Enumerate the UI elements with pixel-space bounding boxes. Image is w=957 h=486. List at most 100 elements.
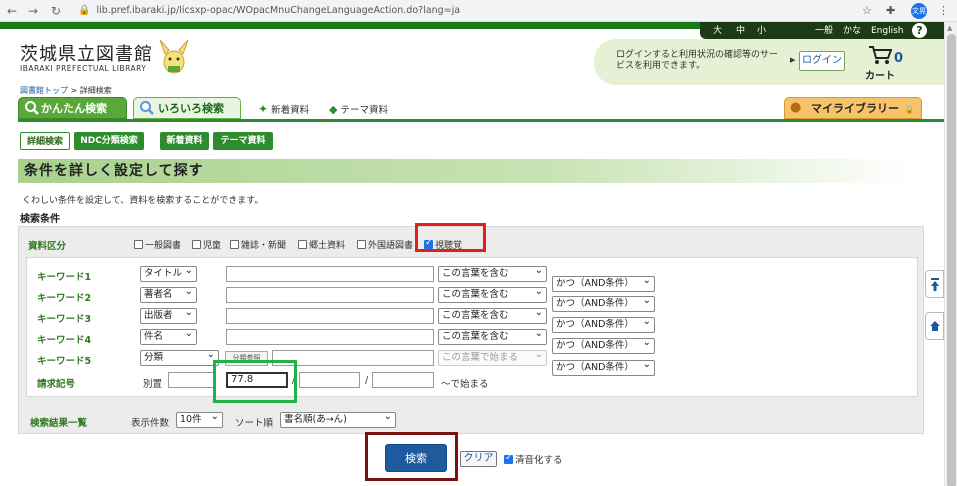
ndc-search-button[interactable]: NDC分類検索 xyxy=(74,132,144,150)
keyword-2-match-select[interactable]: この言葉を含む xyxy=(438,287,547,303)
keyword-4-field-select[interactable]: 件名 xyxy=(140,329,197,345)
operator-4-select[interactable]: かつ（AND条件） xyxy=(552,338,655,354)
material-checkbox-local[interactable]: 郷土資料 xyxy=(298,238,345,251)
login-button[interactable]: ログイン xyxy=(799,51,845,71)
extensions-icon[interactable]: ✚ xyxy=(886,3,895,19)
operator-5-select[interactable]: かつ（AND条件） xyxy=(552,360,655,376)
keyword-5-field-select[interactable]: 分類 xyxy=(140,350,219,366)
theme-items-button[interactable]: テーマ資料 xyxy=(213,132,273,150)
call-number-suffix: 〜で始まる xyxy=(441,379,489,390)
lang-english[interactable]: English xyxy=(871,25,904,37)
keyword-4-label: キーワード4 xyxy=(37,335,92,346)
sort-order-select[interactable]: 書名順(あ→ん) xyxy=(280,412,396,428)
keyword-3-label: キーワード3 xyxy=(37,314,92,325)
vertical-scrollbar[interactable]: ▲ xyxy=(944,22,957,486)
material-label-foreign: 外国語図書 xyxy=(368,241,414,251)
font-size-medium[interactable]: 中 xyxy=(736,25,745,37)
call-number-prefix-input[interactable] xyxy=(168,372,216,388)
lang-general[interactable]: 一般 xyxy=(815,25,833,37)
keyword-5-label: キーワード5 xyxy=(37,356,92,367)
keyword-3-field-select[interactable]: 出版者 xyxy=(140,308,197,324)
library-logo-title[interactable]: 茨城県立図書館 xyxy=(20,40,153,66)
per-page-select[interactable]: 10件 xyxy=(176,412,223,428)
per-page-label: 表示件数 xyxy=(131,418,170,429)
profile-avatar[interactable]: 文晃 xyxy=(911,3,927,19)
checkbox[interactable] xyxy=(298,240,307,249)
help-icon[interactable]: ? xyxy=(912,23,927,38)
forward-arrow-icon[interactable]: → xyxy=(25,3,41,19)
scroll-to-top-button[interactable] xyxy=(925,270,944,298)
keyword-4-input[interactable] xyxy=(226,329,434,345)
material-checkbox-magazine[interactable]: 雑誌・新聞 xyxy=(230,238,286,251)
keyword-2-field-select[interactable]: 著者名 xyxy=(140,287,197,303)
main-tabs: かんたん検索 いろいろ検索 ✦ 新着資料 ◆ テーマ資料 ● マイライブラリー … xyxy=(18,97,944,122)
checkbox[interactable] xyxy=(357,240,366,249)
tab-simple-search[interactable]: かんたん検索 xyxy=(18,97,127,119)
tab-theme[interactable]: ◆ テーマ資料 xyxy=(329,102,388,116)
lock-icon: 🔒 xyxy=(78,5,91,16)
star-icon[interactable]: ☆ xyxy=(862,3,872,19)
page-description: くわしい条件を設定して、資料を検索することができます。 xyxy=(22,196,264,206)
tab-advanced-search[interactable]: いろいろ検索 xyxy=(133,97,241,119)
search-conditions-heading: 検索条件 xyxy=(20,214,60,225)
checkbox-checked[interactable] xyxy=(504,453,513,464)
operator-2-select[interactable]: かつ（AND条件） xyxy=(552,296,655,312)
material-label-magazine: 雑誌・新聞 xyxy=(241,241,287,251)
call-number-prefix-label: 別置 xyxy=(143,379,163,390)
scroll-up-arrow-icon[interactable]: ▲ xyxy=(947,24,952,32)
cart-icon[interactable] xyxy=(868,45,892,65)
highlight-search-button-box xyxy=(365,432,458,481)
url-text: lib.pref.ibaraki.jp/licsxp-opac/WOpacMnu… xyxy=(96,5,461,16)
tab-my-library[interactable]: ● マイライブラリー 🔒 xyxy=(784,97,922,119)
reload-icon[interactable]: ↻ xyxy=(48,3,64,19)
font-size-large[interactable]: 大 xyxy=(713,25,722,37)
keyword-3-match-select[interactable]: この言葉を含む xyxy=(438,308,547,324)
lock-icon: 🔒 xyxy=(904,105,915,114)
search-icon xyxy=(25,101,39,115)
keyword-1-match-select[interactable]: この言葉を含む xyxy=(438,266,547,282)
home-button[interactable] xyxy=(925,312,944,340)
breadcrumb: 図書館トップ > 詳細検索 xyxy=(20,85,112,96)
font-size-small[interactable]: 小 xyxy=(757,25,766,37)
operator-1-select[interactable]: かつ（AND条件） xyxy=(552,276,655,292)
clear-button[interactable]: クリア xyxy=(460,451,497,467)
keyword-1-input[interactable] xyxy=(226,266,434,282)
keyword-5-match-select[interactable]: この言葉で始まる xyxy=(438,350,547,366)
address-bar[interactable]: 🔒 lib.pref.ibaraki.jp/licsxp-opac/WOpacMn… xyxy=(78,2,858,20)
checkbox[interactable] xyxy=(134,240,143,249)
checkbox[interactable] xyxy=(230,240,239,249)
keyword-2-input[interactable] xyxy=(226,287,434,303)
seion-checkbox[interactable]: 清音化する xyxy=(504,452,563,466)
material-type-label: 資料区分 xyxy=(28,241,67,252)
detail-search-button[interactable]: 詳細検索 xyxy=(20,132,70,150)
library-logo-subtitle: IBARAKI PREFECTUAL LIBRARY xyxy=(20,64,147,73)
tab-new-items-label: 新着資料 xyxy=(271,105,310,116)
material-checkbox-children[interactable]: 児童 xyxy=(192,238,221,251)
breadcrumb-home-link[interactable]: 図書館トップ xyxy=(20,86,68,95)
call-number-author-input[interactable] xyxy=(299,372,360,388)
material-checkbox-foreign[interactable]: 外国語図書 xyxy=(357,238,413,251)
material-label-local: 郷土資料 xyxy=(309,241,346,251)
new-items-button[interactable]: 新着資料 xyxy=(160,132,209,150)
arrow-up-icon xyxy=(930,278,939,291)
keyword-3-input[interactable] xyxy=(226,308,434,324)
keyword-4-match-select[interactable]: この言葉を含む xyxy=(438,329,547,345)
keyword-1-field-select[interactable]: タイトル xyxy=(140,266,197,282)
breadcrumb-separator: > xyxy=(68,86,80,95)
keyword-2-label: キーワード2 xyxy=(37,293,92,304)
lang-kana[interactable]: かな xyxy=(843,25,861,37)
menu-kebab-icon[interactable]: ⋮ xyxy=(938,3,949,19)
scrollbar-thumb[interactable] xyxy=(947,34,956,486)
call-number-volume-input[interactable] xyxy=(372,372,434,388)
material-checkbox-general[interactable]: 一般図書 xyxy=(134,238,181,251)
sort-order-label: ソート順 xyxy=(235,418,274,429)
tab-new-items[interactable]: ✦ 新着資料 xyxy=(258,102,309,116)
seion-label: 清音化する xyxy=(515,455,563,466)
login-panel: ログインすると利用状況の確認等のサービスを利用できます。 ▶ ログイン 0 カー… xyxy=(594,39,944,85)
call-number-separator-2: / xyxy=(365,375,369,386)
operator-3-select[interactable]: かつ（AND条件） xyxy=(552,317,655,333)
cart-label[interactable]: カート xyxy=(865,67,895,82)
checkbox[interactable] xyxy=(192,240,201,249)
browser-toolbar: ← → ↻ 🔒 lib.pref.ibaraki.jp/licsxp-opac/W… xyxy=(0,0,957,22)
back-arrow-icon[interactable]: ← xyxy=(4,3,20,19)
